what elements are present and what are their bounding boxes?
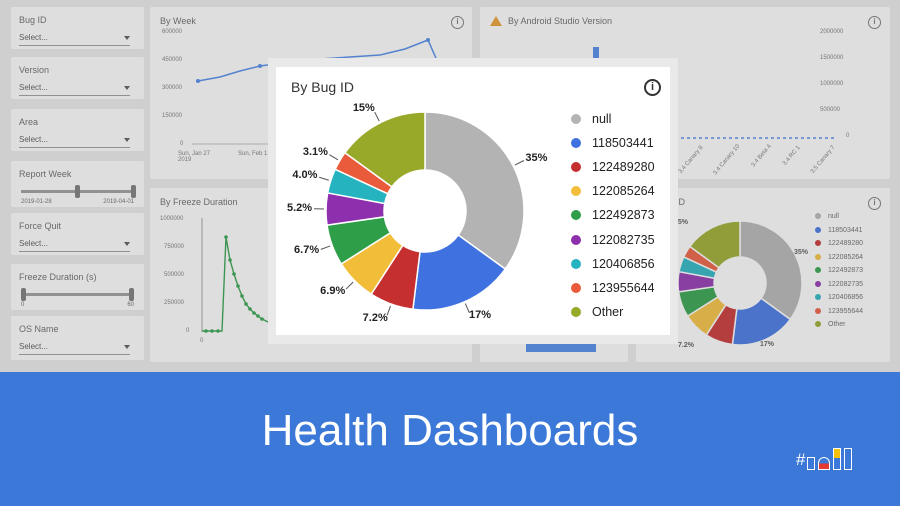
legend-label: null — [592, 112, 612, 127]
legend-label: 122489280 — [592, 160, 655, 175]
logo-bar — [833, 448, 842, 470]
legend-swatch — [571, 186, 581, 197]
legend-swatch — [571, 258, 581, 269]
legend-label: 120406856 — [592, 256, 655, 271]
leader-line — [319, 176, 329, 181]
legend-label: 122085264 — [592, 184, 655, 199]
legend-label: 123955644 — [592, 280, 655, 295]
slice-value-label: 17% — [468, 309, 491, 322]
logo-bar — [807, 457, 816, 470]
leader-line — [329, 154, 339, 161]
leader-line — [345, 281, 354, 290]
legend-label: 122492873 — [592, 208, 655, 223]
google-io-logo: # — [796, 448, 855, 470]
leader-line — [514, 160, 525, 166]
hash-glyph: # — [796, 450, 806, 469]
legend-swatch — [571, 306, 581, 317]
slice-value-label: 6.9% — [320, 284, 346, 297]
legend-item[interactable]: null — [571, 107, 655, 131]
slice-value-label: 3.1% — [302, 145, 328, 158]
legend-swatch — [571, 114, 581, 125]
slice-value-label: 35% — [525, 151, 548, 164]
legend-item[interactable]: 122492873 — [571, 203, 655, 227]
logo-bar — [844, 448, 853, 470]
leader-line — [320, 245, 331, 250]
legend-swatch — [571, 234, 581, 245]
slice-value-label: 5.2% — [286, 201, 313, 214]
leader-line — [374, 111, 380, 122]
legend-swatch — [571, 282, 581, 293]
banner-title: Health Dashboards — [261, 406, 639, 455]
slice-value-label: 15% — [352, 101, 375, 114]
legend-item[interactable]: 123955644 — [571, 276, 655, 300]
legend-label: 122082735 — [592, 232, 655, 247]
slice-value-label: 6.7% — [294, 243, 320, 256]
legend-item[interactable]: 122489280 — [571, 155, 655, 179]
chart-card-body: By Bug ID i 35% 17% 7.2% 6.9% 6.7% 5.2% 4.0% 3.… — [276, 67, 670, 335]
legend-item[interactable]: 122085264 — [571, 179, 655, 203]
chart-legend: null 118503441 122489280 122085264 122492873… — [571, 107, 655, 324]
slice-value-label: 4.0% — [292, 169, 318, 181]
legend-swatch — [571, 210, 581, 221]
logo-half-circle — [818, 457, 831, 470]
legend-item[interactable]: 122082735 — [571, 227, 655, 251]
legend-item[interactable]: 120406856 — [571, 252, 655, 276]
legend-label: 118503441 — [592, 136, 654, 151]
slice-null[interactable] — [424, 111, 525, 271]
legend-item[interactable]: 118503441 — [571, 131, 655, 155]
legend-item[interactable]: Other — [571, 300, 655, 324]
zoomed-chart-card: By Bug ID i 35% 17% 7.2% 6.9% 6.7% 5.2% 4.0% 3.… — [268, 58, 678, 344]
slice-value-label: 7.2% — [362, 312, 388, 325]
title-banner: Health Dashboards # — [0, 372, 900, 506]
legend-swatch — [571, 138, 581, 149]
legend-swatch — [571, 162, 581, 173]
legend-label: Other — [592, 304, 624, 319]
